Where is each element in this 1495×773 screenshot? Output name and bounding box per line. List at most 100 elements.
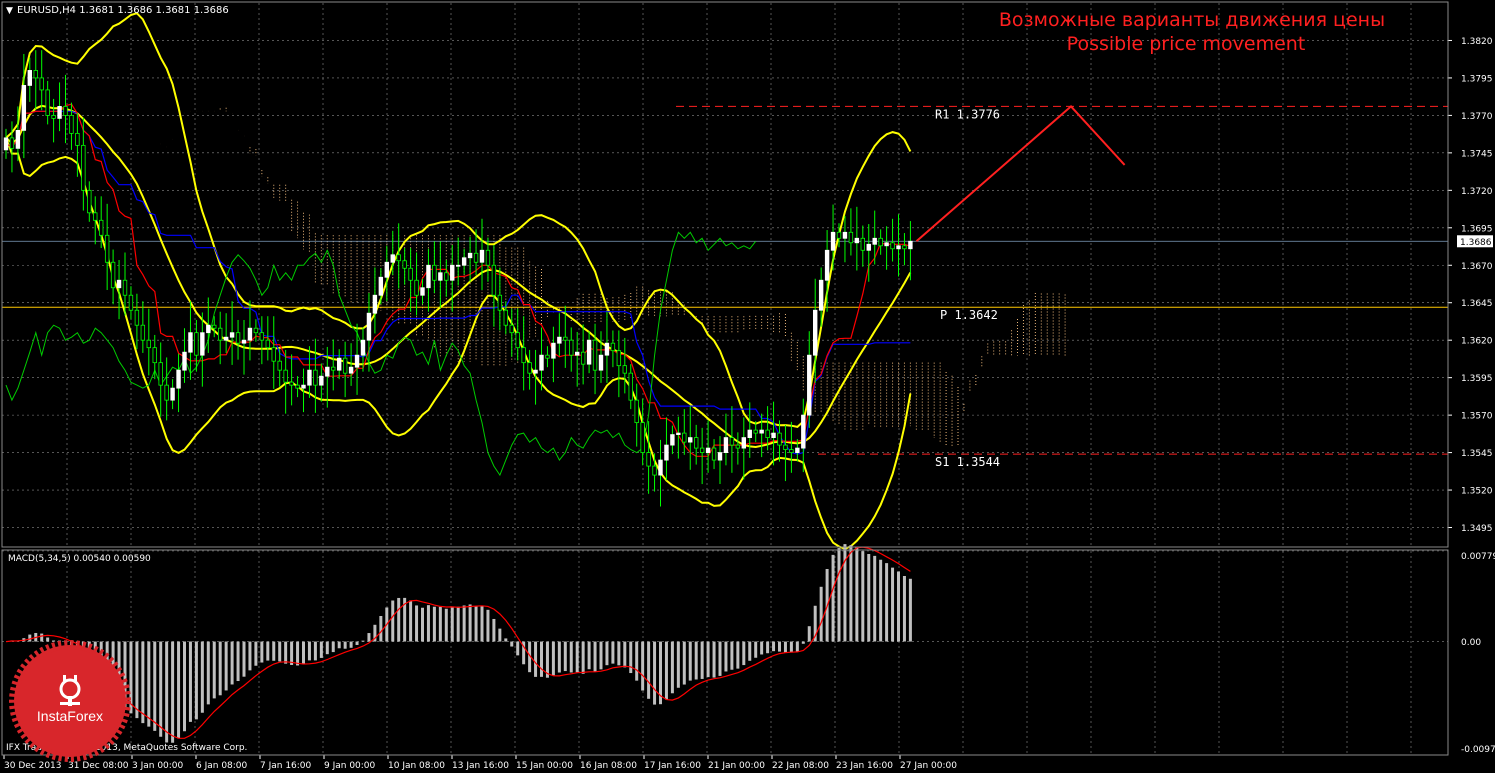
time-tick-label: 10 Jan 08:00 <box>388 761 445 771</box>
candle-body <box>235 332 241 344</box>
candle-body <box>223 336 229 341</box>
candle-body <box>807 354 812 416</box>
candle-body <box>81 144 86 191</box>
candle-body <box>57 106 62 119</box>
symbol-dropdown-icon[interactable]: ▼ <box>6 6 13 16</box>
candle-body <box>586 339 592 365</box>
price-tick-label: 1.3695 <box>1461 224 1493 234</box>
candle-body <box>479 249 485 263</box>
candle-body <box>533 369 538 374</box>
candle-body <box>836 231 842 239</box>
price-tick-label: 1.3595 <box>1461 374 1493 384</box>
candle-body <box>450 264 455 281</box>
candle-body <box>729 437 735 446</box>
candle-body <box>545 354 550 359</box>
candle-body <box>289 381 294 386</box>
price-tick-label: 1.3770 <box>1461 112 1493 122</box>
current-price-label: 1.3686 <box>1460 238 1492 248</box>
candle-body <box>640 422 645 453</box>
candle-body <box>551 342 556 359</box>
candle-body <box>444 272 449 281</box>
candle-body <box>658 459 663 476</box>
candle-body <box>146 339 151 349</box>
candle-body <box>384 261 389 278</box>
candle-body <box>51 114 56 119</box>
time-tick-label: 30 Dec 2013 <box>4 761 62 771</box>
price-tick-label: 1.3545 <box>1461 449 1493 459</box>
candle-body <box>206 324 211 334</box>
candle-body <box>884 242 889 247</box>
candle-body <box>705 447 711 453</box>
candle-body <box>63 106 68 116</box>
macd-tick-label: -0.00976 <box>1461 745 1495 755</box>
candle-body <box>134 309 140 326</box>
candle-body <box>396 254 401 262</box>
time-tick-label: 7 Jan 16:00 <box>260 761 312 771</box>
candle-body <box>616 350 622 367</box>
candle-body <box>295 384 300 389</box>
candlesticks <box>3 50 913 507</box>
candle-body <box>438 272 443 281</box>
candle-body <box>759 429 764 434</box>
price-tick-label: 1.3670 <box>1461 262 1493 272</box>
candle-body <box>182 351 187 371</box>
candle-body <box>872 237 877 245</box>
macd-panel <box>5 544 912 743</box>
candle-body <box>348 366 354 374</box>
candle-body <box>110 261 116 289</box>
price-chart[interactable]: R1 1.3776 P 1.3642 S1 1.3544 1.3820 1.3795 1… <box>0 0 1495 773</box>
candle-body <box>45 89 50 116</box>
candle-body <box>342 357 348 374</box>
candle-body <box>830 231 836 251</box>
candle-body <box>813 309 818 356</box>
candle-body <box>515 332 520 349</box>
candle-body <box>509 324 514 334</box>
candle-body <box>420 287 425 296</box>
candle-body <box>783 444 788 450</box>
candle-body <box>200 332 205 356</box>
price-tick-label: 1.3570 <box>1461 412 1493 422</box>
candle-body <box>432 264 437 281</box>
candle-body <box>908 240 913 250</box>
candle-body <box>854 237 860 244</box>
candle-body <box>217 327 223 341</box>
candle-body <box>15 129 21 149</box>
candle-body <box>164 384 169 401</box>
level-label-r1: R1 1.3776 <box>935 107 1000 121</box>
candle-body <box>158 362 163 386</box>
candle-body <box>592 339 598 371</box>
candle-body <box>307 369 312 386</box>
candle-body <box>360 339 366 356</box>
candle-body <box>735 444 741 449</box>
candle-body <box>699 447 705 453</box>
candle-body <box>902 245 907 250</box>
candle-body <box>682 432 687 443</box>
candle-body <box>21 85 27 131</box>
candle-body <box>711 447 717 461</box>
price-tick-label: 1.3745 <box>1461 149 1493 159</box>
time-tick-label: 16 Jan 08:00 <box>580 761 637 771</box>
price-tick-label: 1.3720 <box>1461 187 1493 197</box>
candle-body <box>652 465 657 476</box>
candle-body <box>604 342 610 356</box>
candle-body <box>848 231 854 244</box>
candle-body <box>3 137 9 151</box>
candle-body <box>170 387 175 401</box>
price-tick-label: 1.3820 <box>1461 37 1493 47</box>
candle-body <box>580 351 586 365</box>
candle-body <box>598 354 604 371</box>
pivot-levels: R1 1.3776 P 1.3642 S1 1.3544 <box>2 105 1448 469</box>
candle-body <box>795 447 800 453</box>
candle-body <box>75 132 80 146</box>
candle-body <box>104 234 110 263</box>
price-tick-label: 1.3645 <box>1461 299 1493 309</box>
candle-body <box>527 362 532 374</box>
candle-body <box>747 429 752 439</box>
candle-body <box>39 77 44 91</box>
candle-body <box>366 312 372 341</box>
candle-body <box>753 429 758 434</box>
candle-body <box>461 257 467 266</box>
candle-body <box>866 243 871 251</box>
candle-body <box>212 324 217 329</box>
candle-body <box>610 342 616 352</box>
